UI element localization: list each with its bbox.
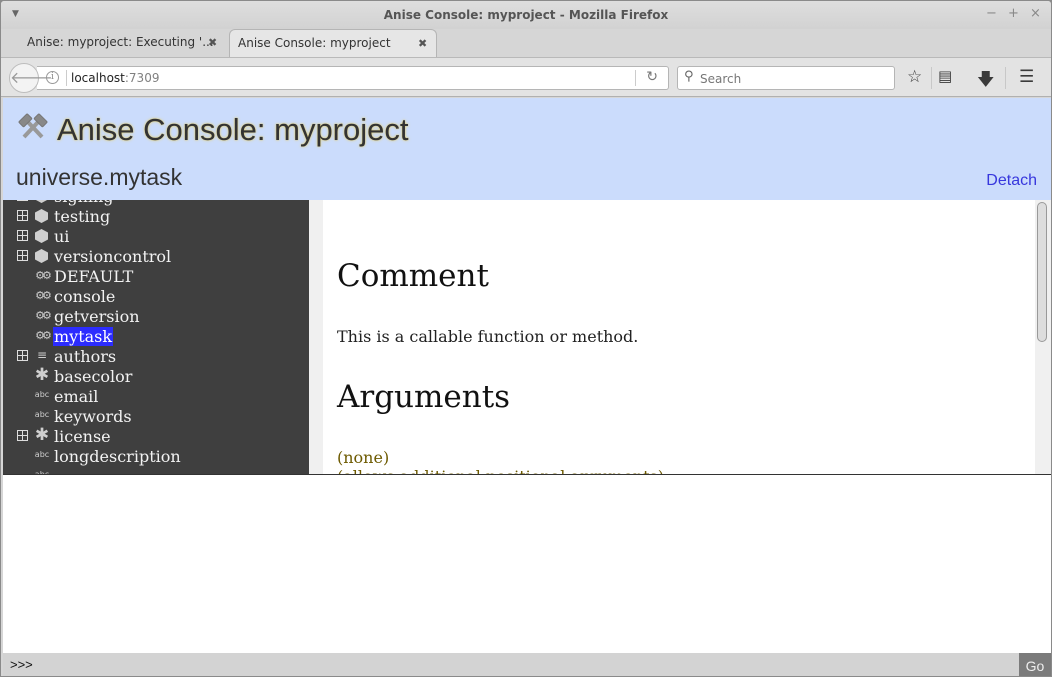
details-pane: Comment This is a callable function or m…: [309, 200, 1051, 474]
tree-item-label[interactable]: basecolor: [53, 367, 133, 386]
hamburger-menu-icon[interactable]: ☰: [1019, 67, 1034, 87]
separator: [931, 67, 932, 89]
string-type-icon: abc: [34, 450, 50, 459]
tree-item-label[interactable]: mytask: [53, 327, 114, 346]
tree-item-label[interactable]: DEFAULT: [53, 267, 134, 286]
expand-icon[interactable]: [17, 430, 28, 441]
asterisk-icon: ✱: [34, 425, 50, 445]
title-bar: ▼ Anise Console: myproject - Mozilla Fir…: [1, 1, 1051, 29]
url-bar[interactable]: i localhost:7309 ↻: [37, 66, 669, 90]
back-arrow-icon: 🡐: [10, 68, 53, 87]
arguments-extra: (allows additional positional arguments): [337, 467, 664, 474]
arguments-heading: Arguments: [337, 379, 511, 415]
console-output: [3, 475, 1051, 653]
search-bar[interactable]: ⚲: [677, 66, 895, 90]
tree-item-label[interactable]: authors: [53, 347, 117, 366]
detach-link[interactable]: Detach: [986, 172, 1037, 190]
tab-executing[interactable]: Anise: myproject: Executing '... ✖: [15, 29, 225, 57]
tree-item-label[interactable]: getversion: [53, 307, 141, 326]
expand-icon[interactable]: [17, 350, 28, 361]
separator: [66, 70, 67, 86]
separator: [1005, 67, 1006, 89]
tree-item-label[interactable]: versioncontrol: [53, 247, 172, 266]
minimize-button[interactable]: −: [986, 6, 997, 21]
cube-icon: [35, 209, 48, 223]
tree-item-label[interactable]: signing: [53, 200, 115, 206]
expand-icon[interactable]: [17, 230, 28, 241]
tree-item-label[interactable]: longdescription: [53, 447, 182, 466]
string-type-icon: abc: [34, 390, 50, 399]
object-tree: signingtestinguiversioncontrol⚙⚙DEFAULT⚙…: [3, 200, 309, 474]
expand-icon[interactable]: [17, 210, 28, 221]
maximize-button[interactable]: +: [1008, 6, 1019, 21]
separator: [635, 70, 636, 86]
navigation-bar: i localhost:7309 ↻ 🡐 ⚲ ☆ ▤ 🡇 ☰: [1, 57, 1051, 97]
search-icon: ⚲: [684, 69, 694, 84]
console-prompt: >>>: [10, 657, 33, 672]
cube-icon: [35, 249, 48, 263]
close-window-button[interactable]: ×: [1030, 6, 1041, 21]
reading-list-icon[interactable]: ▤: [938, 67, 952, 85]
string-type-icon: abc: [34, 410, 50, 419]
command-bar: >>> Go: [3, 653, 1051, 676]
expand-icon[interactable]: [17, 200, 28, 201]
tab-label: Anise Console: myproject: [238, 36, 391, 50]
asterisk-icon: ✱: [34, 365, 50, 385]
expand-icon[interactable]: [17, 250, 28, 261]
window-title: Anise Console: myproject - Mozilla Firef…: [383, 8, 669, 22]
url-port: :7309: [124, 71, 160, 85]
back-button[interactable]: 🡐: [9, 63, 53, 93]
url-host: localhost: [71, 71, 125, 85]
search-input[interactable]: [700, 70, 885, 87]
cube-icon: [35, 200, 48, 203]
tree-item-label[interactable]: license: [53, 427, 112, 446]
tab-bar: Anise: myproject: Executing '... ✖ Anise…: [1, 29, 1051, 80]
tab-anise-console[interactable]: Anise Console: myproject ✖: [229, 29, 437, 57]
page-content: Anise Console: myproject universe.mytask…: [3, 98, 1051, 676]
tab-label: Anise: myproject: Executing '...: [27, 35, 214, 49]
list-icon: ≡: [36, 348, 48, 362]
cube-icon: [35, 229, 48, 243]
tree-item-label[interactable]: testing: [53, 207, 111, 226]
gears-icon: ⚙⚙: [35, 329, 52, 342]
gears-icon: ⚙⚙: [35, 269, 52, 282]
app-header: Anise Console: myproject universe.mytask…: [3, 98, 1051, 200]
tree-item-label[interactable]: ui: [53, 227, 70, 246]
app-title: Anise Console: myproject: [57, 112, 409, 147]
arguments-none: (none): [337, 448, 390, 467]
download-icon[interactable]: 🡇: [977, 67, 994, 96]
close-tab-icon[interactable]: ✖: [418, 37, 427, 50]
gears-icon: ⚙⚙: [35, 289, 52, 302]
browser-window: ▼ Anise Console: myproject - Mozilla Fir…: [0, 0, 1052, 677]
current-path: universe.mytask: [16, 164, 183, 190]
tree-item-label[interactable]: keywords: [53, 407, 133, 426]
command-input[interactable]: [37, 655, 1012, 675]
details-scrollbar[interactable]: [1037, 202, 1047, 342]
url-text[interactable]: localhost:7309: [71, 71, 159, 85]
tree-item-label[interactable]: email: [53, 387, 99, 406]
bookmark-star-icon[interactable]: ☆: [907, 67, 922, 87]
hammers-logo-icon: [18, 113, 48, 139]
reload-icon[interactable]: ↻: [646, 69, 658, 85]
comment-heading: Comment: [337, 258, 489, 294]
tree-item-label[interactable]: console: [53, 287, 116, 306]
gears-icon: ⚙⚙: [35, 309, 52, 322]
close-tab-icon[interactable]: ✖: [208, 36, 217, 49]
go-button[interactable]: Go: [1019, 653, 1051, 676]
comment-text: This is a callable function or method.: [337, 327, 639, 346]
